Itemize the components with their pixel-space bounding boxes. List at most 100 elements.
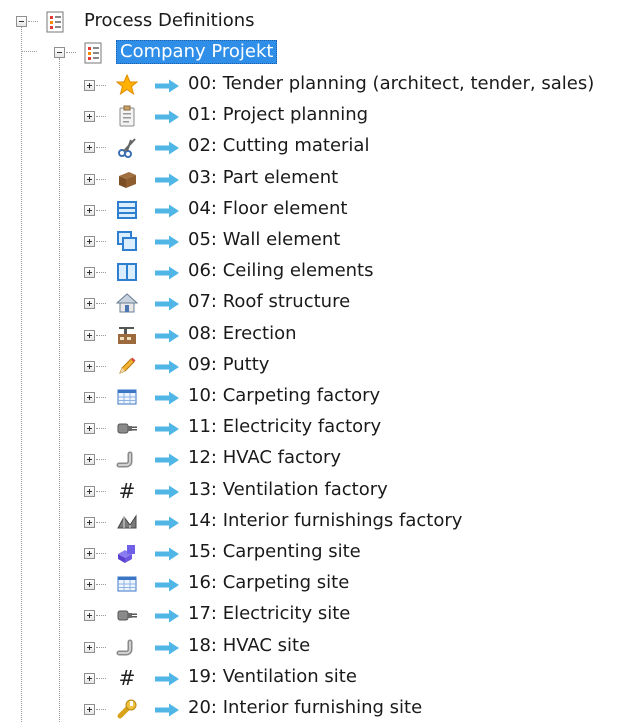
scissors-icon [118,138,136,158]
tree-node-root-label: Process Definitions [84,10,255,31]
clipboard-icon [119,105,135,127]
arrow-right-icon [155,329,179,343]
arrow-right-icon [155,578,179,592]
expand-toggle[interactable] [84,330,95,341]
pipe-icon [116,639,133,656]
tree-node-process[interactable]: 17: Electricity site [0,600,636,631]
tree-node-process[interactable]: 12: HVAC factory [0,444,636,475]
tree-node-process[interactable]: 08: Erection [0,320,636,351]
tree-connector [96,522,106,523]
expand-toggle[interactable] [84,548,95,559]
tree-connector [96,615,106,616]
pipe-icon [116,451,133,468]
table-grid-icon [117,389,137,405]
expand-toggle[interactable] [84,423,95,434]
tree-node-label: 13: Ventilation factory [188,479,388,500]
tree-node-process[interactable]: 02: Cutting material [0,132,636,163]
tree-node-process[interactable]: 10: Carpeting factory [0,382,636,413]
expand-toggle[interactable] [84,142,95,153]
arrow-right-icon [155,672,179,686]
tree-connector [96,584,106,585]
tree-node-label: 09: Putty [188,354,270,375]
expand-toggle[interactable] [84,298,95,309]
tree-node-process[interactable]: 03: Part element [0,164,636,195]
wood-block-icon [119,172,136,188]
tree-node-process[interactable]: 15: Carpenting site [0,538,636,569]
collapse-toggle-project[interactable] [54,47,65,58]
tree-connector [96,303,106,304]
arrow-right-icon [155,453,179,467]
tree-node-label: 06: Ceiling elements [188,260,374,281]
tree-node-process[interactable]: 01: Project planning [0,101,636,132]
arrow-right-icon [155,266,179,280]
collapse-toggle-root[interactable] [16,16,27,27]
tree-connector [96,428,106,429]
tree-node-process[interactable]: 04: Floor element [0,195,636,226]
expand-toggle[interactable] [84,610,95,621]
truss-icon [117,514,137,529]
tree-node-label: 02: Cutting material [188,135,370,156]
expand-toggle[interactable] [84,80,95,91]
star-icon [116,74,138,96]
tree-connector [66,52,76,53]
tree-node-root[interactable]: Process Definitions [0,8,636,39]
arrow-right-icon [155,641,179,655]
tree-node-process[interactable]: 00: Tender planning (architect, tender, … [0,70,636,101]
tree-connector [96,241,106,242]
floor-panel-icon [117,201,137,219]
wrench-icon [117,699,137,719]
expand-toggle[interactable] [84,267,95,278]
arrow-right-icon [155,422,179,436]
ceiling-panel-icon [117,263,137,281]
expand-toggle[interactable] [84,704,95,715]
arrow-right-icon [155,485,179,499]
arrow-right-icon [155,703,179,717]
plug-icon [117,610,137,621]
svg-text:#: # [119,480,136,502]
arrow-right-icon [155,173,179,187]
expand-toggle[interactable] [84,673,95,684]
expand-toggle[interactable] [84,517,95,528]
tree-node-process[interactable]: #19: Ventilation site [0,663,636,694]
expand-toggle[interactable] [84,454,95,465]
expand-toggle[interactable] [84,236,95,247]
expand-toggle[interactable] [84,174,95,185]
tree-node-process[interactable]: 16: Carpeting site [0,569,636,600]
tree-connector [96,272,106,273]
tree-connector [96,459,106,460]
tree-node-label: 04: Floor element [188,198,348,219]
tree-node-process[interactable]: 14: Interior furnishings factory [0,507,636,538]
process-definitions-icon [46,11,64,33]
tree-connector [96,709,106,710]
expand-toggle[interactable] [84,579,95,590]
arrow-right-icon [155,204,179,218]
tree-node-process[interactable]: 11: Electricity factory [0,413,636,444]
tree-connector [96,397,106,398]
pencil-icon [119,357,136,374]
arrow-right-icon [155,297,179,311]
expand-toggle[interactable] [84,205,95,216]
expand-toggle[interactable] [84,642,95,653]
expand-toggle[interactable] [84,111,95,122]
tree-node-process[interactable]: 05: Wall element [0,226,636,257]
arrow-right-icon [155,110,179,124]
expand-toggle[interactable] [84,486,95,497]
tree-node-process[interactable]: 18: HVAC site [0,632,636,663]
tree-node-project[interactable]: Company Projekt [0,39,636,70]
tree-node-label: 07: Roof structure [188,291,351,312]
tree-connector [96,335,106,336]
tree-node-process[interactable]: 07: Roof structure [0,288,636,319]
tree-node-label: 00: Tender planning (architect, tender, … [188,73,595,94]
expand-toggle[interactable] [84,361,95,372]
tree-node-process[interactable]: 20: Interior furnishing site [0,694,636,725]
tree-node-process[interactable]: #13: Ventilation factory [0,476,636,507]
tree-connector [96,491,106,492]
expand-toggle[interactable] [84,392,95,403]
tree-node-process[interactable]: 06: Ceiling elements [0,257,636,288]
tree-node-process[interactable]: 09: Putty [0,351,636,382]
arrow-right-icon [155,79,179,93]
tree-node-label: 19: Ventilation site [188,666,357,687]
hash-icon: # [119,667,136,689]
tree-connector [96,553,106,554]
crane-factory-icon [118,327,136,344]
